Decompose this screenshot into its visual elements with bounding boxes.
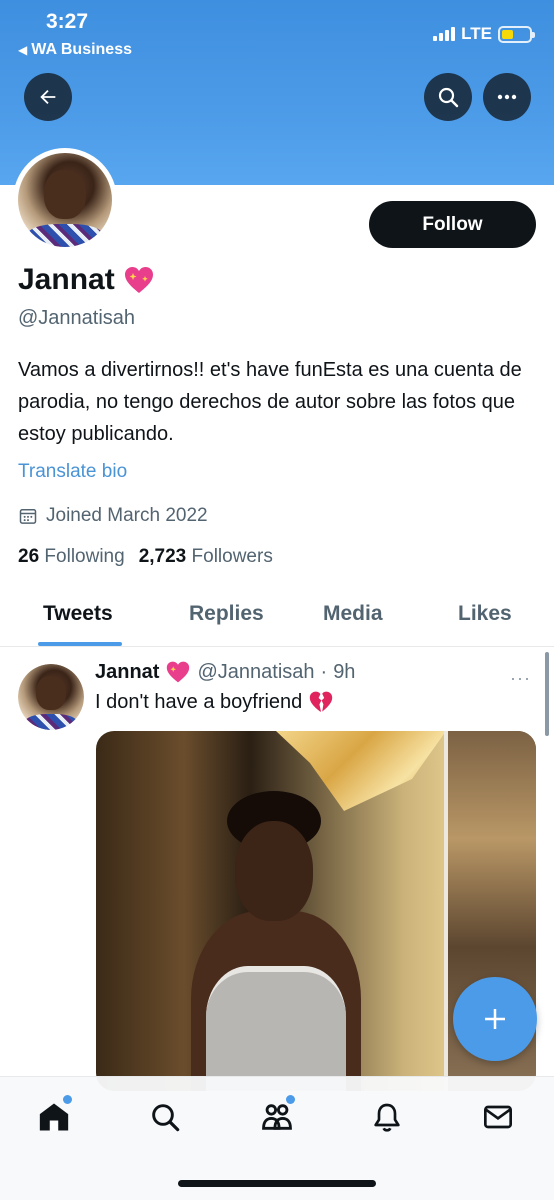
tweet-text: I don't have a boyfriend: [95, 690, 334, 714]
scrollbar[interactable]: [545, 652, 549, 736]
nav-home[interactable]: [34, 1095, 74, 1137]
battery-icon: [498, 25, 535, 43]
joined-date: Joined March 2022: [18, 505, 208, 527]
search-icon: [152, 1104, 180, 1132]
tweet-text-content: I don't have a boyfriend: [95, 690, 303, 713]
home-badge: [63, 1095, 72, 1104]
arrow-left-icon: [40, 89, 56, 105]
tab-replies[interactable]: Replies: [189, 602, 264, 626]
following-label: Following: [44, 546, 125, 567]
follow-counts: 26 Following 2,723 Followers: [18, 546, 273, 568]
back-triangle-icon: ◀: [18, 43, 28, 57]
compose-tweet-button[interactable]: [453, 977, 537, 1061]
plus-icon: [485, 1009, 505, 1029]
tweet-time[interactable]: 9h: [333, 661, 355, 684]
status-bar: 3:27 ◀ WA Business LTE: [0, 0, 554, 70]
display-name: Jannat: [18, 263, 155, 297]
back-app-label: WA Business: [31, 41, 132, 58]
following-count: 26: [18, 546, 40, 567]
nav-search[interactable]: [145, 1097, 185, 1137]
messages-envelope-icon: [484, 1105, 512, 1129]
tab-likes[interactable]: Likes: [458, 602, 512, 626]
profile-handle: @Jannatisah: [18, 307, 136, 329]
joined-text: Joined March 2022: [46, 505, 208, 526]
search-icon: [438, 87, 459, 108]
broken-heart-icon: [310, 691, 333, 712]
profile-bio: Vamos a divertirnos!! et's have funEsta …: [18, 359, 522, 445]
tab-tweets[interactable]: Tweets: [43, 602, 113, 626]
tweet-avatar-image: [18, 664, 84, 730]
communities-badge: [286, 1095, 295, 1104]
home-indicator[interactable]: [178, 1180, 376, 1187]
nav-messages[interactable]: [478, 1097, 518, 1137]
calendar-icon: [19, 508, 37, 524]
followers-count: 2,723: [138, 546, 187, 567]
tweet-author-handle[interactable]: @Jannatisah: [197, 661, 314, 684]
network-type: LTE: [461, 24, 492, 43]
display-name-text: Jannat: [18, 263, 115, 296]
tweet-separator: ·: [320, 660, 328, 683]
back-button[interactable]: [24, 73, 72, 121]
profile-avatar[interactable]: [13, 148, 117, 252]
tweet-more-button[interactable]: ···: [510, 668, 531, 689]
follow-button[interactable]: Follow: [369, 201, 536, 248]
nav-notifications[interactable]: [367, 1097, 407, 1137]
tab-media[interactable]: Media: [323, 602, 383, 626]
active-tab-indicator: [38, 642, 122, 646]
search-button[interactable]: [424, 73, 472, 121]
followers-label: Followers: [191, 546, 273, 567]
profile-avatar-image: [18, 153, 112, 247]
status-time: 3:27: [46, 10, 89, 33]
more-horizontal-icon: [497, 94, 517, 100]
profile-tabs: Tweets Replies Media Likes: [0, 590, 554, 647]
sparkling-heart-icon: [124, 267, 153, 293]
following-link[interactable]: 26 Following: [18, 546, 125, 568]
signal-icon: [433, 27, 456, 41]
home-icon: [39, 1103, 69, 1131]
sparkling-heart-icon: [167, 661, 190, 683]
tweet-header: Jannat @Jannatisah · 9h: [95, 660, 355, 684]
communities-icon: [262, 1104, 292, 1130]
tweet-author-name[interactable]: Jannat: [95, 661, 159, 684]
notifications-bell-icon: [374, 1103, 400, 1132]
status-indicators: LTE: [433, 24, 535, 44]
translate-bio-link[interactable]: Translate bio: [18, 461, 127, 483]
back-to-app-link[interactable]: ◀ WA Business: [18, 41, 132, 59]
tweet-author-avatar[interactable]: [18, 664, 84, 730]
more-button[interactable]: [483, 73, 531, 121]
nav-communities[interactable]: [257, 1095, 297, 1137]
followers-link[interactable]: 2,723 Followers: [139, 546, 273, 568]
